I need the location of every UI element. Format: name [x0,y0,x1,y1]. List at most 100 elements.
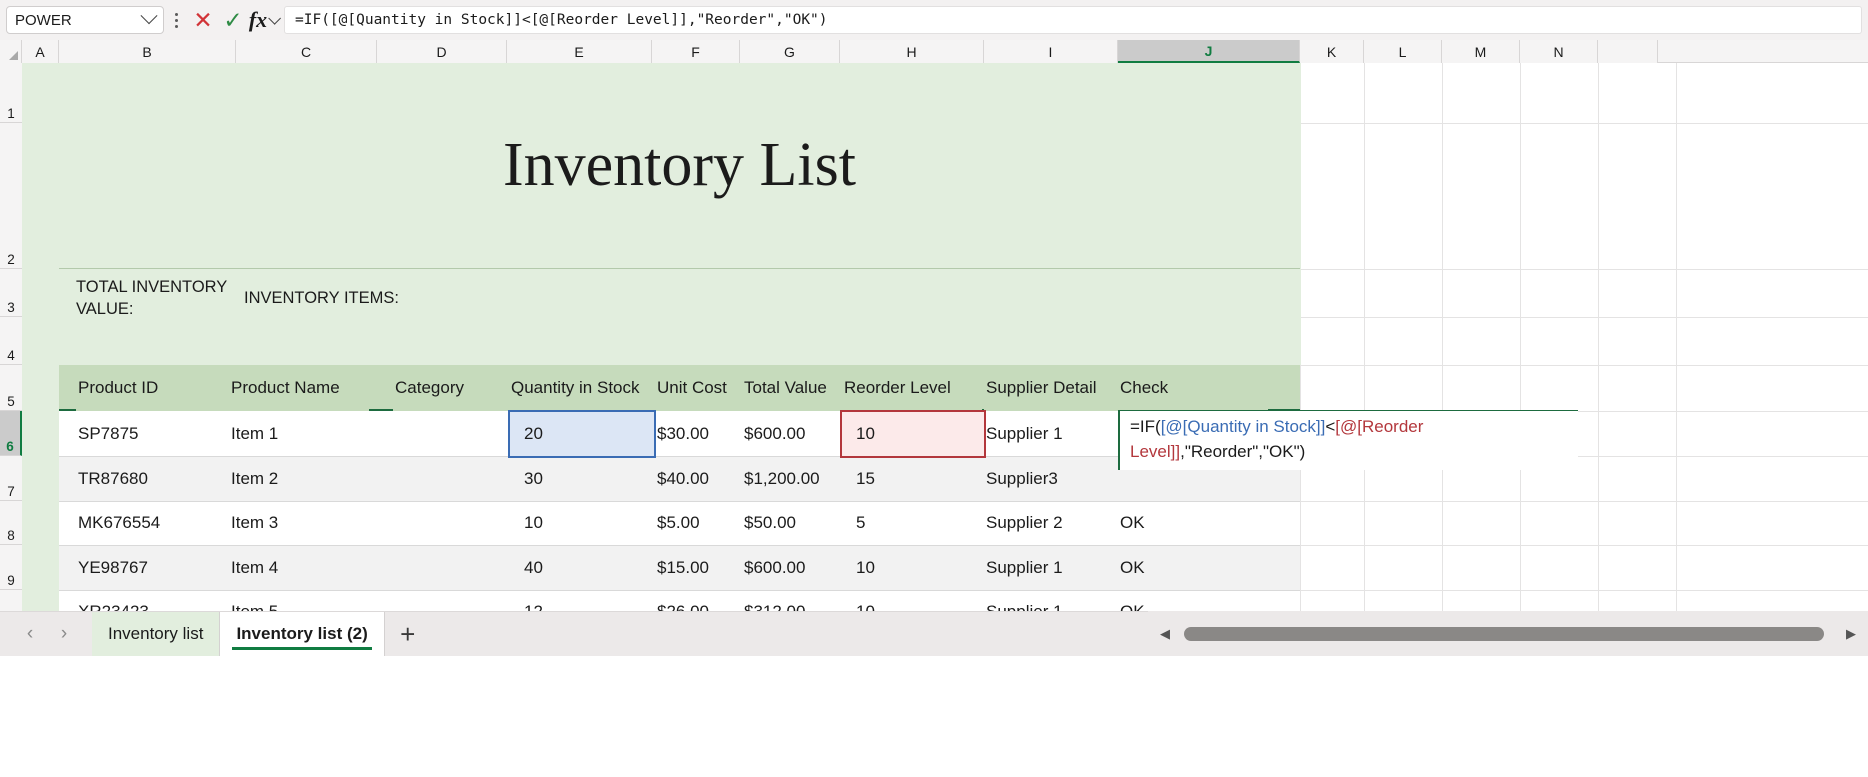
column-header-m[interactable]: M [1442,40,1520,63]
cell-total-value-row2[interactable]: $1,200.00 [742,456,852,501]
row-header-1[interactable]: 1 [0,63,22,123]
cell-product-name-row2[interactable]: Item 2 [229,456,369,501]
cell-check-row5[interactable]: OK [1118,590,1268,611]
column-header-h[interactable]: H [840,40,984,63]
table-header-check[interactable]: Check [1118,365,1268,411]
cell-supplier-detail-row1[interactable]: Supplier 1 [984,411,1134,456]
cell-product-id-row5[interactable]: XR23423 [76,590,236,611]
horizontal-scrollbar[interactable]: ◀ ▶ [1148,611,1868,656]
cell-product-id-row2[interactable]: TR87680 [76,456,236,501]
spreadsheet-grid[interactable]: Inventory List TOTAL INVENTORY VALUE: IN… [22,63,1868,611]
formula-ref-quantity-in-stock: [@[Quantity in Stock]] [1160,417,1326,436]
cell-total-value-row3[interactable]: $50.00 [742,501,852,545]
cell-category-row2[interactable] [393,456,503,501]
precedent-highlight-reorder-level[interactable]: 10 [840,410,986,458]
add-sheet-button[interactable]: + [385,612,431,657]
cell-product-name-row3[interactable]: Item 3 [229,501,369,545]
row-header-5[interactable]: 5 [0,365,22,411]
inventory-items-label: INVENTORY ITEMS: [244,275,504,321]
column-header-g[interactable]: G [740,40,840,63]
select-all-corner[interactable] [0,40,22,63]
sheet-nav-arrows: ‹ › [0,623,92,644]
sheet-tab-inventory-list[interactable]: Inventory list [92,611,221,657]
column-header-i[interactable]: I [984,40,1118,63]
table-header-reorder-level[interactable]: Reorder Level [842,365,982,411]
table-header-quantity-in-stock[interactable]: Quantity in Stock [509,365,659,411]
cell-quantity-in-stock-row3[interactable]: 10 [522,501,642,545]
cell-unit-cost-row1[interactable]: $30.00 [655,411,745,456]
cell-supplier-detail-row5[interactable]: Supplier 1 [984,590,1134,611]
precedent-highlight-quantity-in-stock[interactable]: 20 [508,410,656,458]
column-header-d[interactable]: D [377,40,507,63]
cell-product-name-row1[interactable]: Item 1 [229,411,369,456]
cell-supplier-detail-row2[interactable]: Supplier3 [984,456,1134,501]
cell-total-value-row5[interactable]: $312.00 [742,590,852,611]
column-header-f[interactable]: F [652,40,740,63]
scroll-right-icon[interactable]: ▶ [1842,621,1860,647]
column-header-c[interactable]: C [236,40,377,63]
fx-icon[interactable]: fx [248,5,282,35]
column-header-a[interactable]: A [22,40,59,63]
row-header-9[interactable]: 9 [0,545,22,590]
sheet-tab-inventory-list-2[interactable]: Inventory list (2) [220,611,385,657]
table-header-total-value[interactable]: Total Value [742,365,852,411]
column-header-n[interactable]: N [1520,40,1598,63]
cell-product-id-row1[interactable]: SP7875 [76,411,236,456]
scrollbar-thumb[interactable] [1184,626,1824,641]
cell-unit-cost-row5[interactable]: $26.00 [655,590,745,611]
cell-check-row3[interactable]: OK [1118,501,1268,545]
chevron-right-icon[interactable]: › [54,623,74,644]
sheet-title: Inventory List [59,63,1300,269]
row-header-8[interactable]: 8 [0,501,22,545]
cell-total-value-row1[interactable]: $600.00 [742,411,852,456]
cell-quantity-in-stock-row4[interactable]: 40 [522,545,642,590]
formula-input[interactable]: =IF([@[Quantity in Stock]]<[@[Reorder Le… [284,6,1862,34]
cell-quantity-in-stock-row5[interactable]: 12 [522,590,642,611]
table-header-supplier-detail[interactable]: Supplier Detail [984,365,1134,411]
row-header-6[interactable]: 6 [0,411,22,456]
cancel-x-icon[interactable]: ✕ [188,5,218,35]
table-header-category[interactable]: Category [393,365,523,411]
chevron-down-icon[interactable] [140,7,158,25]
cell-unit-cost-row2[interactable]: $40.00 [655,456,745,501]
cell-category-row5[interactable] [393,590,503,611]
accept-check-icon[interactable]: ✓ [218,5,248,35]
name-box[interactable]: POWER [6,6,164,34]
column-header-k[interactable]: K [1300,40,1364,63]
cell-reorder-level-row5[interactable]: 10 [854,590,974,611]
cell-quantity-in-stock-row2[interactable]: 30 [522,456,642,501]
scroll-left-icon[interactable]: ◀ [1156,621,1174,647]
cell-product-name-row5[interactable]: Item 5 [229,590,369,611]
table-header-unit-cost[interactable]: Unit Cost [655,365,750,411]
cell-product-id-row3[interactable]: MK676554 [76,501,236,545]
name-box-value: POWER [15,11,72,29]
cell-category-row1[interactable] [393,411,503,456]
cell-reorder-level-row2[interactable]: 15 [854,456,974,501]
scrollbar-track[interactable] [1174,626,1842,641]
chevron-left-icon[interactable]: ‹ [20,623,40,644]
column-header-e[interactable]: E [507,40,652,63]
cell-category-row4[interactable] [393,545,503,590]
cell-reorder-level-row4[interactable]: 10 [854,545,974,590]
column-header-b[interactable]: B [59,40,236,63]
cell-reorder-level-row3[interactable]: 5 [854,501,974,545]
table-header-product-name[interactable]: Product Name [229,365,369,411]
cell-unit-cost-row4[interactable]: $15.00 [655,545,745,590]
cell-check-row4[interactable]: OK [1118,545,1268,590]
row-header-4[interactable]: 4 [0,317,22,365]
cell-supplier-detail-row3[interactable]: Supplier 2 [984,501,1134,545]
cell-unit-cost-row3[interactable]: $5.00 [655,501,745,545]
table-header-product-id[interactable]: Product ID [76,365,241,411]
cell-check-row2[interactable] [1118,456,1268,501]
cell-supplier-detail-row4[interactable]: Supplier 1 [984,545,1134,590]
row-header-3[interactable]: 3 [0,269,22,317]
column-header-j[interactable]: J [1118,40,1300,63]
formula-bar-overflow-icon[interactable] [166,6,186,34]
row-header-2[interactable]: 2 [0,123,22,269]
column-header-l[interactable]: L [1364,40,1442,63]
cell-total-value-row4[interactable]: $600.00 [742,545,852,590]
cell-product-id-row4[interactable]: YE98767 [76,545,236,590]
cell-product-name-row4[interactable]: Item 4 [229,545,369,590]
cell-category-row3[interactable] [393,501,503,545]
row-header-7[interactable]: 7 [0,456,22,501]
